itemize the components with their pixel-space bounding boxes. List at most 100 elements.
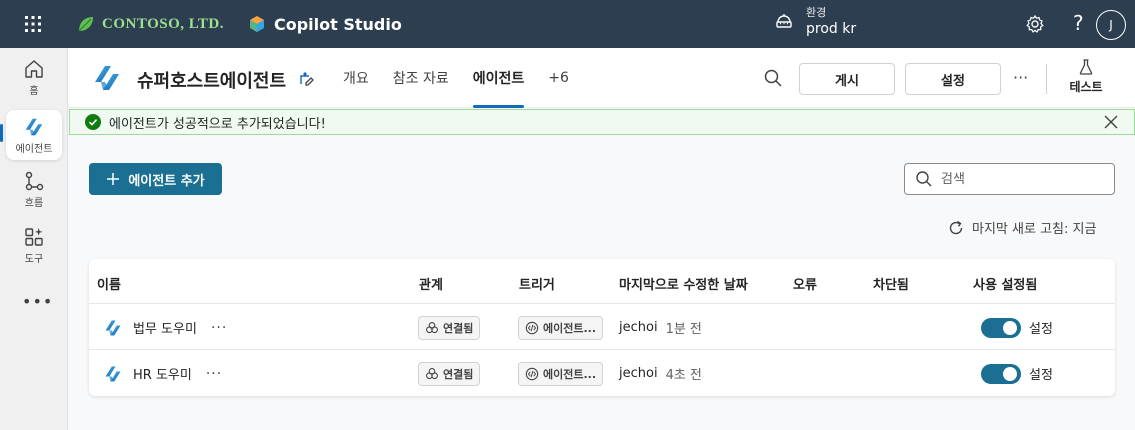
app-launcher-button[interactable]	[0, 0, 66, 48]
banner-message: 에이전트가 성공적으로 추가되었습니다!	[109, 116, 326, 132]
agent-icon	[103, 318, 123, 338]
gear-icon[interactable]	[1025, 14, 1045, 34]
flow-icon	[25, 171, 44, 191]
company-brand: CONTOSO, LTD.	[76, 14, 224, 34]
search-icon	[916, 171, 932, 187]
row-enabled-cell: 설정	[981, 305, 1053, 350]
refresh-status[interactable]: 마지막 새로 고침: 지금	[948, 218, 1096, 237]
publish-button[interactable]: 게시	[799, 63, 895, 95]
trigger-text: 에이전트...	[543, 321, 597, 335]
agent-icon	[23, 116, 45, 138]
link-icon	[425, 321, 439, 335]
row-more-button[interactable]: ···	[211, 320, 227, 336]
environment-icon	[776, 14, 792, 28]
row-more-button[interactable]: ···	[206, 366, 222, 382]
modified-ago: 1분 전	[665, 322, 702, 337]
column-header-errors[interactable]: 오류	[793, 274, 817, 293]
rail-active-indicator	[0, 124, 3, 142]
agents-table: 이름 관계 트리거 마지막으로 수정한 날짜 오류 차단됨 사용 설정됨 법무 …	[89, 259, 1115, 396]
search-input[interactable]	[941, 171, 1101, 187]
page-title: 슈퍼호스트에이전트	[137, 71, 287, 92]
agent-name[interactable]: HR 도우미	[133, 364, 192, 383]
help-button[interactable]: ?	[1073, 11, 1084, 35]
add-agent-label: 에이전트 추가	[128, 173, 205, 189]
rail-item-agents[interactable]: 에이전트	[6, 110, 62, 160]
copilot-studio-logo-icon	[249, 16, 264, 32]
rail-item-tools[interactable]: 도구	[6, 226, 62, 265]
rail-item-label: 에이전트	[15, 144, 53, 155]
refresh-text: 마지막 새로 고침: 지금	[972, 222, 1097, 237]
waffle-icon	[25, 16, 41, 32]
flask-icon	[1079, 59, 1093, 75]
column-header-enabled[interactable]: 사용 설정됨	[973, 274, 1037, 293]
refresh-icon	[949, 220, 963, 234]
header-more-button[interactable]: ···	[1013, 68, 1028, 87]
test-button[interactable]: 테스트	[1061, 58, 1111, 95]
product-brand[interactable]: Copilot Studio	[248, 15, 402, 34]
row-enabled-cell: 설정	[981, 351, 1053, 396]
column-header-blocked[interactable]: 차단됨	[873, 274, 909, 293]
code-icon	[525, 367, 539, 381]
row-name-cell: HR 도우미 ···	[103, 351, 222, 396]
tab-overview[interactable]: 개요	[331, 48, 381, 108]
tools-icon	[25, 228, 43, 246]
row-modified-cell: jechoi 4초 전	[619, 351, 702, 396]
trigger-badge[interactable]: 에이전트...	[518, 361, 604, 386]
row-name-cell: 법무 도우미 ···	[103, 305, 227, 350]
agent-logo-icon	[91, 62, 123, 94]
header-divider	[1046, 64, 1047, 94]
row-relation-cell: 연결됨	[418, 351, 481, 396]
environment-value: prod kr	[806, 21, 857, 37]
rail-item-label: 홈	[29, 86, 39, 97]
edit-agent-icon[interactable]	[297, 70, 315, 88]
add-agent-button[interactable]: 에이전트 추가	[89, 163, 222, 195]
rail-item-flows[interactable]: 흐름	[6, 170, 62, 209]
agent-tabs: 개요 참조 자료 에이전트 +6	[331, 48, 581, 108]
relation-badge: 연결됨	[418, 315, 481, 340]
test-label: 테스트	[1069, 80, 1103, 94]
column-header-trigger[interactable]: 트리거	[519, 274, 555, 293]
agent-search[interactable]	[904, 163, 1115, 195]
top-bar: CONTOSO, LTD. Copilot Studio 환경 prod kr …	[0, 0, 1135, 48]
product-name: Copilot Studio	[273, 14, 402, 34]
toggle-label: 설정	[1029, 322, 1053, 337]
relation-text: 연결됨	[443, 367, 474, 381]
close-icon[interactable]	[1104, 115, 1118, 129]
toggle-label: 설정	[1029, 368, 1053, 383]
leaf-logo-icon	[78, 17, 93, 32]
search-icon[interactable]	[763, 68, 783, 88]
user-avatar[interactable]: J	[1096, 10, 1126, 40]
trigger-badge[interactable]: 에이전트...	[518, 315, 604, 340]
settings-button[interactable]: 설정	[905, 63, 1001, 95]
agent-header: 슈퍼호스트에이전트 개요 참조 자료 에이전트 +6 게시 설정 ··· 테스트	[69, 48, 1135, 108]
row-relation-cell: 연결됨	[418, 305, 481, 350]
tab-agents[interactable]: 에이전트	[461, 48, 537, 108]
row-modified-cell: jechoi 1분 전	[619, 305, 702, 350]
company-name: CONTOSO, LTD.	[102, 15, 224, 32]
rail-item-label: 흐름	[24, 198, 44, 209]
success-banner: 에이전트가 성공적으로 추가되었습니다!	[69, 109, 1135, 135]
home-icon	[25, 60, 43, 78]
plus-icon	[107, 173, 120, 185]
column-header-name[interactable]: 이름	[97, 274, 121, 293]
modified-ago: 4초 전	[665, 368, 702, 383]
modified-by: jechoi	[619, 366, 658, 381]
table-row[interactable]: HR 도우미 ··· 연결됨 에이전트... jechoi 4초 전 설정	[89, 351, 1115, 396]
table-row[interactable]: 법무 도우미 ··· 연결됨 에이전트... jechoi 1분 전 설정	[89, 305, 1115, 350]
rail-item-home[interactable]: 홈	[6, 58, 62, 97]
tab-knowledge[interactable]: 참조 자료	[381, 48, 461, 108]
trigger-text: 에이전트...	[543, 367, 597, 381]
column-header-modified[interactable]: 마지막으로 수정한 날짜	[619, 274, 748, 293]
relation-badge: 연결됨	[418, 361, 481, 386]
check-circle-icon	[85, 114, 101, 130]
column-header-relation[interactable]: 관계	[419, 274, 443, 293]
table-header: 이름 관계 트리거 마지막으로 수정한 날짜 오류 차단됨 사용 설정됨	[89, 259, 1115, 304]
enabled-toggle[interactable]	[981, 363, 1021, 384]
enabled-toggle[interactable]	[981, 317, 1021, 338]
agent-name[interactable]: 법무 도우미	[133, 318, 197, 337]
environment-picker[interactable]: 환경 prod kr	[774, 4, 856, 38]
row-trigger-cell: 에이전트...	[518, 305, 604, 350]
tab-more[interactable]: +6	[536, 48, 581, 108]
rail-more-button[interactable]: •••	[22, 292, 53, 311]
code-icon	[525, 321, 539, 335]
